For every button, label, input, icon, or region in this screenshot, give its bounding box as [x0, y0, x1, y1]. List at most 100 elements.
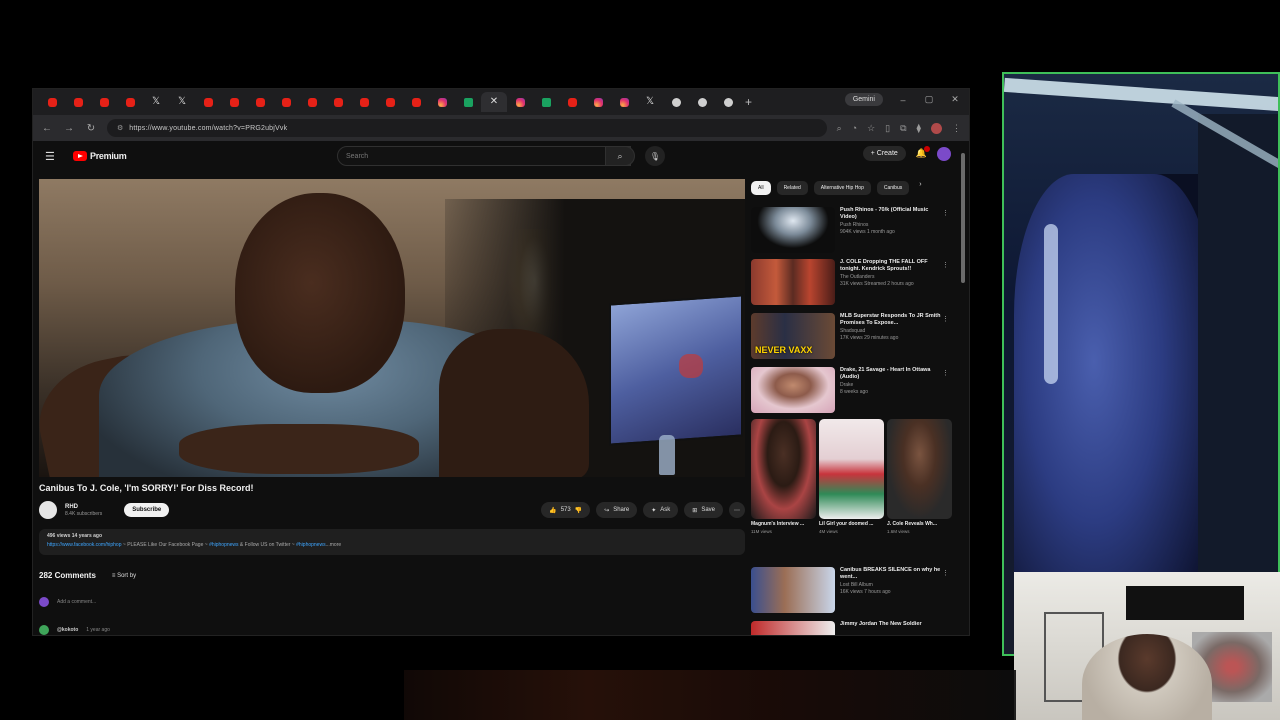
description-link[interactable]: https://www.facebook.com/hiphop [47, 542, 122, 548]
rec-menu-icon[interactable]: ⋮ [942, 315, 949, 323]
share-icon[interactable]: ◔ [852, 123, 857, 133]
description-more[interactable]: ...more [326, 542, 342, 548]
rec-video-item[interactable]: Drake, 21 Savage - Heart In Ottawa (Audi… [751, 367, 951, 413]
chip-alt-hip-hop[interactable]: Alternative Hip Hop [813, 181, 871, 195]
browser-tab[interactable] [325, 92, 351, 112]
browser-tab[interactable]: 𝕏 [143, 92, 169, 112]
create-button[interactable]: + Create [862, 146, 906, 161]
like-button[interactable]: 👍 573 👎 [541, 502, 591, 518]
rec-video-item[interactable]: Push Rhinos - 70/k (Official Music Video… [751, 207, 951, 253]
browser-tab[interactable]: ✕ [481, 92, 507, 112]
browser-tab[interactable] [351, 92, 377, 112]
browser-tab[interactable] [455, 92, 481, 112]
browser-tab[interactable] [39, 92, 65, 112]
short-item[interactable]: Magnum's Interview ... 11M views [751, 419, 816, 537]
browser-tab[interactable] [611, 92, 637, 112]
browser-tab[interactable] [117, 92, 143, 112]
chip-canibus[interactable]: Canibus [876, 181, 910, 195]
reload-icon[interactable]: ↻ [85, 123, 97, 134]
short-thumbnail[interactable] [819, 419, 884, 519]
subscribe-button[interactable]: Subscribe [124, 503, 170, 517]
search-button[interactable]: ⌕ [605, 146, 635, 166]
browser-tab[interactable] [299, 92, 325, 112]
cast-icon[interactable]: ⧉ [900, 123, 906, 134]
chip-related[interactable]: Related [776, 181, 808, 195]
bookmark-star-icon[interactable]: ☆ [867, 123, 875, 134]
gemini-button[interactable]: Gemini [844, 93, 883, 106]
rec-title[interactable]: Canibus BREAKS SILENCE on why he went... [840, 567, 944, 581]
comment-author-avatar[interactable] [39, 625, 49, 635]
thumbs-down-icon[interactable]: 👎 [575, 507, 582, 514]
rec-thumbnail[interactable] [751, 567, 835, 613]
share-button[interactable]: ↪ Share [596, 502, 638, 518]
hamburger-menu-icon[interactable]: ☰ [45, 150, 59, 163]
browser-tab[interactable] [585, 92, 611, 112]
user-avatar[interactable] [937, 146, 951, 161]
youtube-logo[interactable]: Premium [73, 151, 127, 161]
forward-icon[interactable]: → [63, 123, 75, 134]
back-icon[interactable]: ← [41, 123, 53, 134]
extensions-icon[interactable]: ⧫ [917, 123, 921, 134]
new-tab-button[interactable]: + [745, 95, 752, 109]
description-box[interactable]: 496 views 14 years ago https://www.faceb… [39, 529, 745, 555]
menu-icon[interactable]: ⋮ [952, 123, 961, 134]
chevron-right-icon[interactable]: › [919, 181, 921, 195]
description-hashtag-1[interactable]: #hiphopnews [209, 542, 238, 548]
rec-thumbnail[interactable] [751, 621, 835, 635]
sort-by-button[interactable]: ≡ Sort by [112, 573, 136, 579]
short-item[interactable]: J. Cole Reveals Wh... 1.6M views [887, 419, 952, 537]
short-title[interactable]: Magnum's Interview ... [751, 521, 816, 527]
rec-video-item[interactable]: NEVER VAXX MLB Superstar Responds To JR … [751, 313, 951, 359]
notifications-bell-icon[interactable]: 🔔 [916, 146, 930, 159]
browser-tab[interactable] [247, 92, 273, 112]
maximize-icon[interactable]: ▢ [923, 94, 935, 105]
browser-tab[interactable] [533, 92, 559, 112]
rec-title[interactable]: MLB Superstar Responds To JR Smith Promi… [840, 313, 944, 327]
ask-button[interactable]: ✦ Ask [643, 502, 679, 518]
browser-tab[interactable] [403, 92, 429, 112]
browser-tab[interactable] [715, 92, 741, 112]
short-title[interactable]: Lil Girl your doomed ... [819, 521, 884, 527]
short-item[interactable]: Lil Girl your doomed ... 4M views [819, 419, 884, 537]
rec-thumbnail[interactable] [751, 367, 835, 413]
profile-avatar[interactable] [931, 122, 942, 134]
browser-tab[interactable] [507, 92, 533, 112]
video-player[interactable] [39, 179, 745, 477]
rec-video-item[interactable]: Canibus BREAKS SILENCE on why he went...… [751, 567, 951, 613]
browser-tab[interactable] [221, 92, 247, 112]
rec-title[interactable]: J. COLE Dropping THE FALL OFF tonight. K… [840, 259, 944, 273]
url-text[interactable]: https://www.youtube.com/watch?v=PRG2ubjV… [129, 125, 287, 132]
browser-tab[interactable] [559, 92, 585, 112]
rec-thumbnail[interactable] [751, 207, 835, 253]
rec-title[interactable]: Push Rhinos - 70/k (Official Music Video… [840, 207, 944, 221]
comment-author[interactable]: @kokoto [57, 627, 78, 633]
channel-name[interactable]: RHD [65, 504, 102, 510]
browser-tab[interactable]: 𝕏 [169, 92, 195, 112]
more-actions-button[interactable]: ⋯ [729, 502, 745, 518]
close-icon[interactable]: ✕ [949, 94, 961, 105]
browser-tab[interactable] [273, 92, 299, 112]
browser-tab[interactable] [689, 92, 715, 112]
rec-menu-icon[interactable]: ⋮ [942, 209, 949, 217]
browser-tab[interactable]: 𝕏 [637, 92, 663, 112]
rec-menu-icon[interactable]: ⋮ [942, 569, 949, 577]
short-thumbnail[interactable] [887, 419, 952, 519]
browser-tab[interactable] [65, 92, 91, 112]
search-input[interactable]: Search [337, 146, 631, 166]
site-info-icon[interactable]: ⚙ [117, 124, 123, 132]
sidebar-icon[interactable]: ▯ [885, 123, 890, 134]
add-comment-placeholder[interactable]: Add a comment... [57, 599, 96, 605]
browser-tab[interactable] [195, 92, 221, 112]
zoom-icon[interactable]: ⌕ [837, 123, 842, 134]
voice-search-button[interactable]: 🎙 [645, 146, 665, 166]
rec-title[interactable]: Drake, 21 Savage - Heart In Ottawa (Audi… [840, 367, 944, 381]
rec-title[interactable]: Jimmy Jordan The New Soldier [840, 621, 944, 628]
minimize-icon[interactable]: – [897, 95, 909, 105]
short-thumbnail[interactable] [751, 419, 816, 519]
url-field[interactable]: ⚙ https://www.youtube.com/watch?v=PRG2ub… [107, 119, 827, 137]
chip-all[interactable]: All [751, 181, 771, 195]
page-scrollbar[interactable] [961, 153, 965, 283]
channel-avatar[interactable] [39, 501, 57, 519]
browser-tab[interactable] [663, 92, 689, 112]
save-button[interactable]: ⊞ Save [684, 502, 723, 518]
